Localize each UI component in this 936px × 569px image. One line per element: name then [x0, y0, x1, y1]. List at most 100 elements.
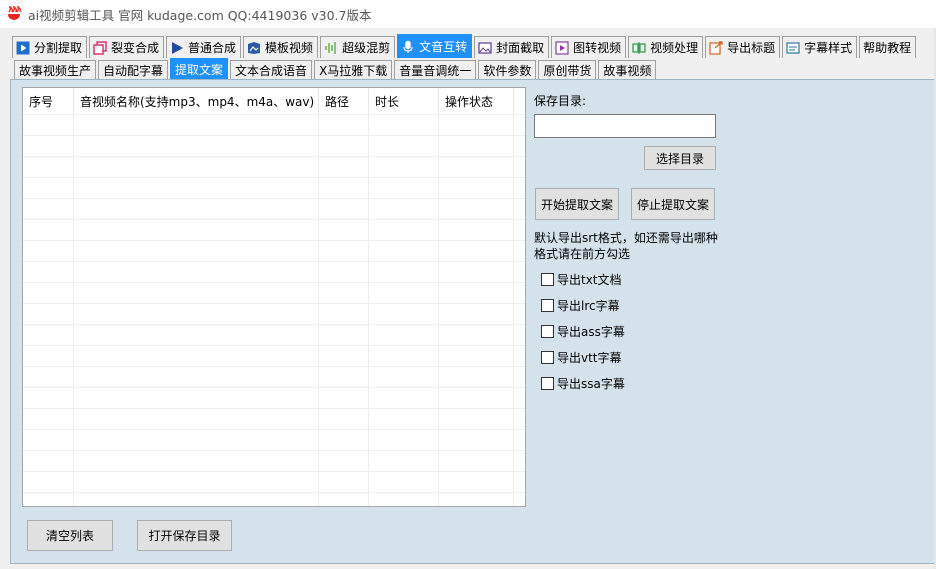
column-header[interactable]: 操作状态 [439, 88, 514, 114]
tab-label: 裂变合成 [111, 41, 160, 55]
table-cell [319, 430, 369, 450]
table-cell [439, 262, 514, 282]
right-panel: 保存目录: 选择目录 开始提取文案 停止提取文案 默认导出srt格式，如还需导出… [534, 80, 734, 560]
table-row [23, 156, 525, 177]
table-cell [369, 472, 439, 492]
tab-text-audio-convert[interactable]: 文音互转 [397, 34, 473, 58]
tab-fission-compose[interactable]: 裂变合成 [89, 36, 165, 58]
table-cell [439, 136, 514, 156]
tab-label: 视频处理 [650, 41, 699, 55]
table-header: 序号 音视频名称(支持mp3、mp4、m4a、wav) 路径 时长 操作状态 [23, 88, 525, 114]
table-cell [74, 115, 319, 135]
column-header[interactable]: 时长 [369, 88, 439, 114]
table-cell [439, 409, 514, 429]
subtab-extract-text[interactable]: 提取文案 [170, 58, 229, 79]
tab-label: 文音互转 [419, 40, 468, 54]
table-cell [369, 241, 439, 261]
table-row [23, 366, 525, 387]
table-cell [74, 451, 319, 471]
table-cell [369, 493, 439, 506]
subtab-original-goods[interactable]: 原创带货 [538, 60, 597, 79]
open-save-dir-button[interactable]: 打开保存目录 [137, 520, 232, 551]
table-cell [23, 430, 74, 450]
tab-subtitle-style[interactable]: 字幕样式 [782, 36, 858, 58]
tab-help-tutorial[interactable]: 帮助教程 [859, 36, 917, 58]
tab-label: 模板视频 [265, 41, 314, 55]
export-ssa-option[interactable]: 导出ssa字幕 [541, 375, 625, 392]
image-icon [478, 41, 492, 55]
table-row [23, 324, 525, 345]
column-header[interactable]: 序号 [23, 88, 74, 114]
column-header[interactable]: 音视频名称(支持mp3、mp4、m4a、wav) [74, 88, 319, 114]
table-row [23, 471, 525, 492]
template-icon [247, 41, 261, 55]
table-cell [74, 262, 319, 282]
table-cell [23, 241, 74, 261]
copy-icon [93, 40, 107, 55]
table-cell [74, 493, 319, 506]
checkbox-label: 导出vtt字幕 [557, 351, 622, 365]
tab-split-extract[interactable]: 分割提取 [12, 36, 88, 58]
checkbox[interactable] [541, 351, 554, 364]
tab-label: 封面截取 [496, 41, 545, 55]
tab-label: 普通合成 [188, 41, 237, 55]
choose-dir-button[interactable]: 选择目录 [644, 146, 716, 170]
checkbox[interactable] [541, 325, 554, 338]
checkbox[interactable] [541, 377, 554, 390]
export-vtt-option[interactable]: 导出vtt字幕 [541, 349, 622, 366]
tab-label: 字幕样式 [804, 41, 853, 55]
tab-export-title[interactable]: 导出标题 [705, 36, 781, 58]
main-tab-bar: 分割提取 裂变合成 普通合成 模板视频 超级混剪 文音互转 封面截取 图转视频 … [12, 34, 918, 58]
subtab-story-video-production[interactable]: 故事视频生产 [14, 60, 97, 79]
save-dir-input[interactable] [534, 114, 716, 138]
tab-super-mix[interactable]: 超级混剪 [320, 36, 396, 58]
table-cell [319, 409, 369, 429]
title-bar: ai视频剪辑工具 官网 kudage.com QQ:4419036 v30.7版… [0, 0, 936, 28]
table-row [23, 240, 525, 261]
table-cell [319, 115, 369, 135]
table-cell [74, 157, 319, 177]
subtab-software-params[interactable]: 软件参数 [478, 60, 537, 79]
column-header[interactable]: 路径 [319, 88, 369, 114]
tab-template-video[interactable]: 模板视频 [243, 36, 319, 58]
checkbox[interactable] [541, 273, 554, 286]
tab-label: 超级混剪 [342, 41, 391, 55]
start-extract-button[interactable]: 开始提取文案 [535, 188, 619, 220]
table-cell [23, 325, 74, 345]
table-cell [369, 367, 439, 387]
table-cell [74, 283, 319, 303]
subtab-auto-subtitle[interactable]: 自动配字幕 [98, 60, 169, 79]
save-dir-label: 保存目录: [534, 94, 587, 108]
tab-cover-capture[interactable]: 封面截取 [474, 36, 550, 58]
checkbox[interactable] [541, 299, 554, 312]
tab-video-process[interactable]: 视频处理 [628, 36, 704, 58]
table-cell [319, 493, 369, 506]
table-row [23, 177, 525, 198]
table-cell [23, 136, 74, 156]
table-cell [439, 451, 514, 471]
table-cell [74, 367, 319, 387]
table-cell [74, 409, 319, 429]
table-cell [74, 388, 319, 408]
clear-list-button[interactable]: 清空列表 [27, 520, 113, 551]
tab-normal-compose[interactable]: 普通合成 [166, 36, 242, 58]
subtab-volume-normalize[interactable]: 音量音调统一 [394, 60, 477, 79]
table-cell [23, 220, 74, 240]
table-cell [23, 451, 74, 471]
export-lrc-option[interactable]: 导出lrc字幕 [541, 297, 620, 314]
subtab-story-video[interactable]: 故事视频 [598, 60, 657, 79]
stop-extract-button[interactable]: 停止提取文案 [631, 188, 715, 220]
file-list-table[interactable]: 序号 音视频名称(支持mp3、mp4、m4a、wav) 路径 时长 操作状态 [22, 87, 526, 507]
export-txt-option[interactable]: 导出txt文档 [541, 271, 622, 288]
tab-label: 导出标题 [727, 41, 776, 55]
table-cell [439, 220, 514, 240]
tab-image-to-video[interactable]: 图转视频 [551, 36, 627, 58]
table-cell [369, 136, 439, 156]
table-cell [74, 430, 319, 450]
subtab-ximalaya-download[interactable]: X马拉雅下载 [314, 60, 393, 79]
table-cell [23, 115, 74, 135]
subtab-text-to-speech[interactable]: 文本合成语音 [230, 60, 313, 79]
export-ass-option[interactable]: 导出ass字幕 [541, 323, 625, 340]
table-cell [23, 157, 74, 177]
table-cell [439, 241, 514, 261]
